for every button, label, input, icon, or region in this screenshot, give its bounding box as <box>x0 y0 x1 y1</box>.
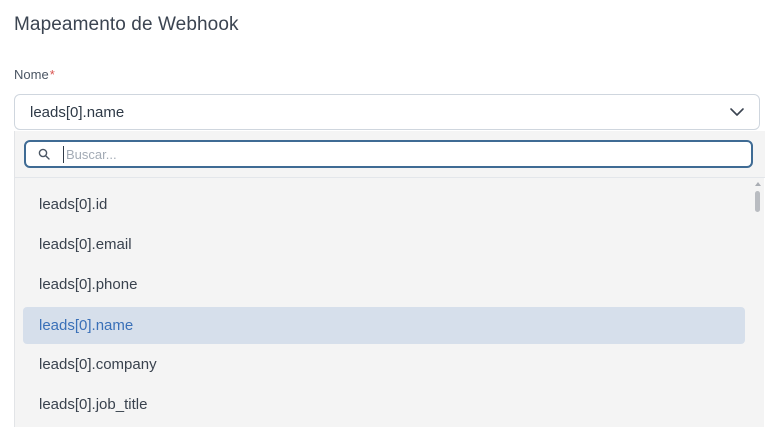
required-asterisk: * <box>49 67 55 82</box>
option-label: leads[0].email <box>39 236 132 253</box>
scrollbar-thumb[interactable] <box>755 191 760 212</box>
name-field-label: Nome* <box>14 67 55 82</box>
option-item[interactable]: leads[0].phone <box>23 266 745 303</box>
scroll-up-arrow-icon[interactable] <box>754 181 762 187</box>
option-label: leads[0].phone <box>39 276 138 293</box>
name-select-value: leads[0].name <box>30 104 125 121</box>
option-item[interactable]: leads[0].email <box>23 226 745 263</box>
option-label: leads[0].company <box>39 356 157 373</box>
text-caret <box>63 146 64 163</box>
option-item-selected[interactable]: leads[0].name <box>23 307 745 344</box>
option-item[interactable]: leads[0].job_title <box>23 386 745 423</box>
name-select[interactable]: leads[0].name <box>14 94 760 130</box>
option-item[interactable]: leads[0].company <box>23 346 745 383</box>
search-icon <box>38 148 50 160</box>
option-label: leads[0].id <box>39 196 108 213</box>
search-container <box>15 131 765 177</box>
option-label: leads[0].name <box>39 317 134 334</box>
option-label: leads[0].job_title <box>39 396 148 413</box>
page-title: Mapeamento de Webhook <box>14 14 239 35</box>
select-dropdown: leads[0].id leads[0].email leads[0].phon… <box>14 131 765 427</box>
search-divider <box>15 177 765 178</box>
search-box[interactable] <box>24 140 753 168</box>
option-item[interactable]: leads[0].id <box>23 186 745 223</box>
chevron-down-icon[interactable] <box>729 106 745 118</box>
name-field-label-text: Nome <box>14 67 49 82</box>
search-input[interactable] <box>66 144 736 164</box>
